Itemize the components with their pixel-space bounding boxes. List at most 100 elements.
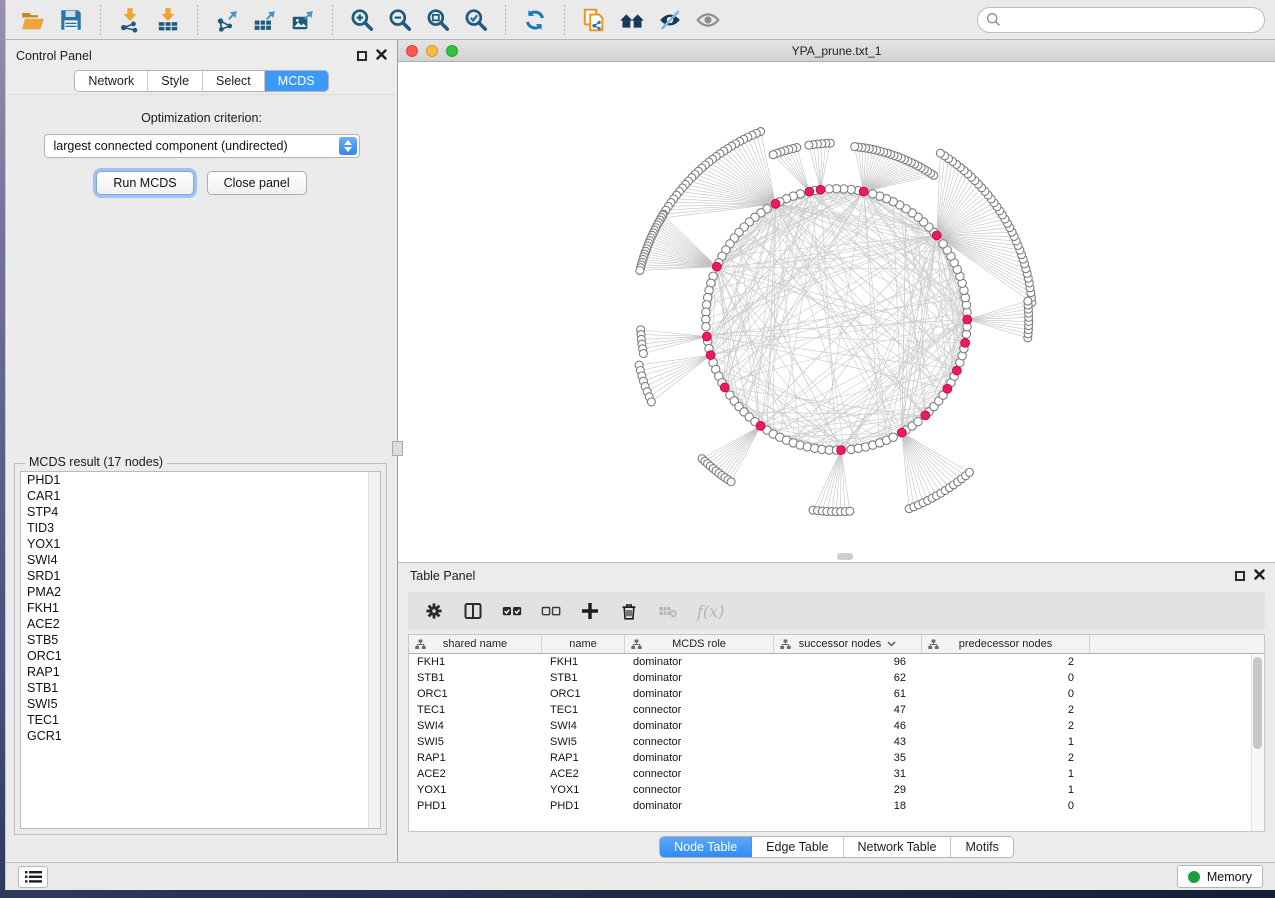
table-cell[interactable]: 0 [922,670,1090,686]
memory-button[interactable]: Memory [1177,865,1263,888]
zoom-selected-icon[interactable] [459,4,493,36]
function-builder-icon[interactable]: f(x) [697,602,724,621]
table-cell[interactable]: 47 [774,702,922,718]
gear-icon[interactable] [424,601,444,621]
close-panel-button[interactable]: Close panel [207,171,307,195]
mcds-result-item[interactable]: ACE2 [21,616,380,632]
table-row[interactable]: SWI5SWI5connector431 [409,734,1264,750]
table-row[interactable]: ACE2ACE2connector311 [409,766,1264,782]
table-cell[interactable]: 0 [922,686,1090,702]
table-cell[interactable]: 0 [922,798,1090,814]
network-canvas[interactable] [398,62,1275,562]
table-cell[interactable]: PHD1 [542,798,625,814]
export-table-icon[interactable] [248,4,282,36]
run-mcds-button[interactable]: Run MCDS [96,171,193,195]
column-header-MCDS-role[interactable]: MCDS role [625,635,774,653]
mcds-result-item[interactable]: SRD1 [21,568,380,584]
table-cell[interactable]: 2 [922,750,1090,766]
hide-details-icon[interactable] [653,4,687,36]
table-row[interactable]: TEC1TEC1connector472 [409,702,1264,718]
table-cell[interactable]: TEC1 [542,702,625,718]
table-cell[interactable]: TEC1 [409,702,542,718]
task-history-button[interactable] [18,866,48,888]
mcds-result-item[interactable]: FKH1 [21,600,380,616]
table-cell[interactable]: 46 [774,718,922,734]
delete-column-icon[interactable] [619,601,639,621]
zoom-fit-icon[interactable] [421,4,455,36]
mcds-result-item[interactable]: PHD1 [21,472,380,488]
table-cell[interactable]: dominator [625,686,774,702]
deselect-all-icon[interactable] [541,601,561,621]
table-cell[interactable]: STB1 [409,670,542,686]
mcds-result-item[interactable]: GCR1 [21,728,380,744]
mcds-result-item[interactable]: CAR1 [21,488,380,504]
table-cell[interactable]: dominator [625,670,774,686]
export-network-icon[interactable] [210,4,244,36]
table-cell[interactable]: connector [625,734,774,750]
table-cell[interactable]: YOX1 [542,782,625,798]
mcds-result-item[interactable]: STB1 [21,680,380,696]
table-cell[interactable]: 62 [774,670,922,686]
table-cell[interactable]: RAP1 [409,750,542,766]
tab-motifs[interactable]: Motifs [951,837,1012,857]
mcds-result-item[interactable]: STP4 [21,504,380,520]
network-graph[interactable] [398,62,1275,562]
open-file-icon[interactable] [16,4,50,36]
tab-network-table[interactable]: Network Table [844,837,952,857]
column-header-name[interactable]: name [542,635,625,653]
table-cell[interactable]: YOX1 [409,782,542,798]
search-input[interactable] [977,7,1265,33]
clone-network-icon[interactable] [577,4,611,36]
table-cell[interactable]: dominator [625,798,774,814]
table-cell[interactable]: 35 [774,750,922,766]
table-cell[interactable]: 1 [922,734,1090,750]
mcds-result-item[interactable]: STB5 [21,632,380,648]
mcds-result-item[interactable]: YOX1 [21,536,380,552]
tab-style[interactable]: Style [148,71,203,91]
table-cell[interactable]: SWI5 [409,734,542,750]
table-cell[interactable]: 29 [774,782,922,798]
import-network-icon[interactable] [113,4,147,36]
table-cell[interactable]: 61 [774,686,922,702]
table-cell[interactable]: RAP1 [542,750,625,766]
table-cell[interactable]: connector [625,782,774,798]
table-row[interactable]: ORC1ORC1dominator610 [409,686,1264,702]
select-all-icon[interactable] [502,601,522,621]
table-cell[interactable]: ORC1 [542,686,625,702]
zoom-out-icon[interactable] [383,4,417,36]
float-table-panel-icon[interactable] [1235,571,1245,581]
table-cell[interactable]: dominator [625,718,774,734]
table-cell[interactable]: 2 [922,654,1090,670]
tab-select[interactable]: Select [203,71,265,91]
tab-node-table[interactable]: Node Table [660,837,752,857]
table-cell[interactable]: STB1 [542,670,625,686]
table-cell[interactable]: dominator [625,654,774,670]
refresh-view-icon[interactable] [518,4,552,36]
table-cell[interactable]: 2 [922,718,1090,734]
tab-network[interactable]: Network [75,71,148,91]
column-header-predecessor-nodes[interactable]: predecessor nodes [922,635,1090,653]
table-cell[interactable]: connector [625,702,774,718]
optimization-criterion-select[interactable]: largest connected component (undirected) [44,134,360,158]
mcds-result-list[interactable]: PHD1CAR1STP4TID3YOX1SWI4SRD1PMA2FKH1ACE2… [20,471,381,829]
table-cell[interactable]: ACE2 [409,766,542,782]
close-table-panel-icon[interactable] [1254,567,1265,585]
tab-mcds[interactable]: MCDS [265,71,328,91]
mcds-result-item[interactable]: TID3 [21,520,380,536]
import-table-icon[interactable] [151,4,185,36]
table-vscroll-thumb[interactable] [1253,657,1262,749]
table-cell[interactable]: FKH1 [409,654,542,670]
table-cell[interactable]: dominator [625,750,774,766]
table-cell[interactable]: 31 [774,766,922,782]
column-header-successor-nodes[interactable]: successor nodes [774,635,922,653]
save-session-icon[interactable] [54,4,88,36]
table-cell[interactable]: 43 [774,734,922,750]
double-home-icon[interactable] [615,4,649,36]
mcds-result-item[interactable]: SWI5 [21,696,380,712]
table-cell[interactable]: 1 [922,766,1090,782]
zoom-in-icon[interactable] [345,4,379,36]
table-cell[interactable]: ACE2 [542,766,625,782]
table-cell[interactable]: 18 [774,798,922,814]
export-image-icon[interactable] [286,4,320,36]
mcds-result-item[interactable]: TEC1 [21,712,380,728]
